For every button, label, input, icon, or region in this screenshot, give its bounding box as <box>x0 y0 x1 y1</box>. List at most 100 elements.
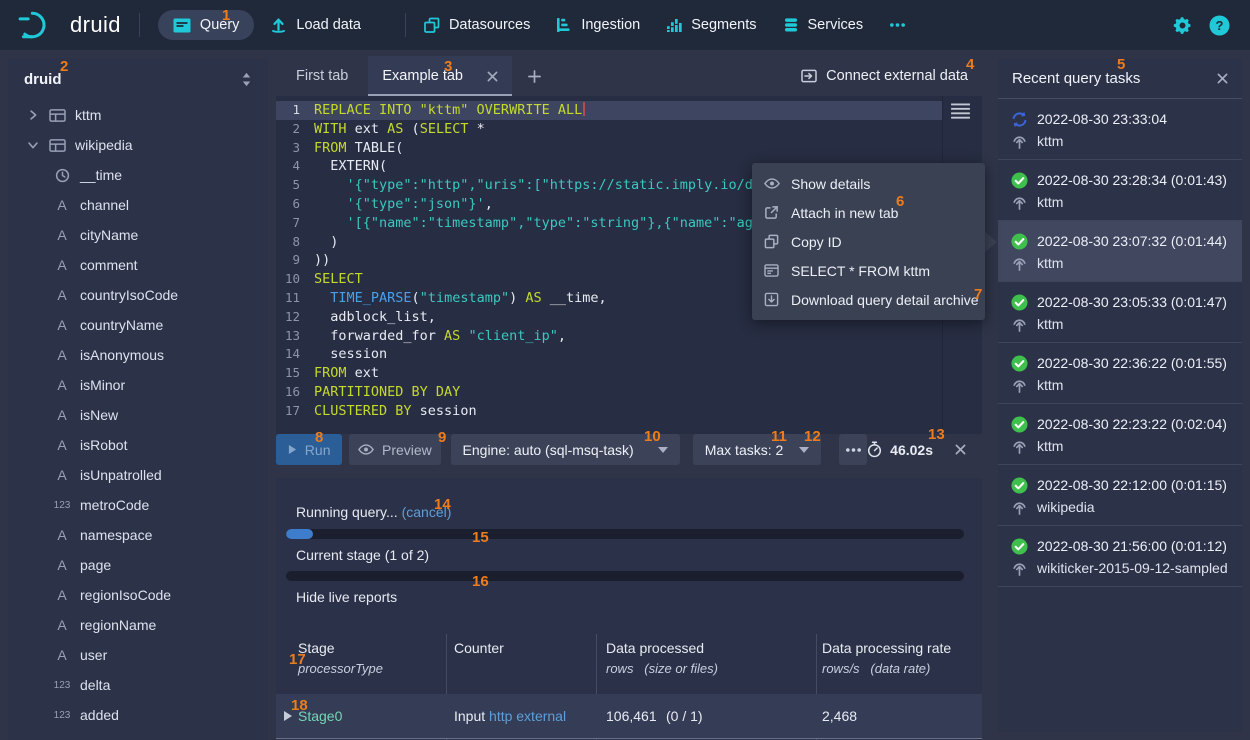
counter-link[interactable]: http external <box>489 708 566 724</box>
task-success-icon <box>1011 538 1028 555</box>
string-column-icon: A <box>52 587 72 603</box>
schema-item-countryisocode[interactable]: AcountryIsoCode <box>8 280 268 310</box>
run-button[interactable]: Run <box>276 434 342 465</box>
table-icon <box>47 108 67 123</box>
schema-item-label: isUnpatrolled <box>80 467 162 483</box>
schema-item-isrobot[interactable]: AisRobot <box>8 430 268 460</box>
schema-item-added[interactable]: 123added <box>8 700 268 730</box>
task-context-menu: Show detailsAttach in new tabCopy IDSELE… <box>752 163 985 320</box>
task-item[interactable]: 2022-08-30 22:23:22 (0:02:04)kttm <box>998 404 1242 465</box>
nav-label: Segments <box>691 17 756 33</box>
task-item[interactable]: 2022-08-30 21:56:00 (0:01:12)wikiticker-… <box>998 526 1242 587</box>
task-item[interactable]: 2022-08-30 22:36:22 (0:01:55)kttm <box>998 343 1242 404</box>
code-text: TIME_PARSE("timestamp") AS __time, <box>314 289 607 308</box>
line-number: 4 <box>276 157 314 176</box>
string-column-icon: A <box>52 647 72 663</box>
col-sub-rate: rows/s (data rate) <box>822 661 930 676</box>
schema-item-kttm[interactable]: kttm <box>8 100 268 130</box>
task-item[interactable]: 2022-08-30 23:28:34 (0:01:43)kttm <box>998 160 1242 221</box>
copy-icon <box>763 234 780 249</box>
nav-item-load-data[interactable]: Load data <box>270 16 361 34</box>
nav-item-segments[interactable]: Segments <box>666 17 756 33</box>
schema-item-label: isNew <box>80 407 118 423</box>
chevron-right-icon[interactable] <box>26 109 40 121</box>
nav-item-datasources[interactable]: Datasources <box>424 17 530 33</box>
menu-item-show-details[interactable]: Show details <box>752 169 985 198</box>
schema-item-metrocode[interactable]: 123metroCode <box>8 490 268 520</box>
annotation-3: 3 <box>444 58 452 75</box>
nav-more-button[interactable] <box>889 22 906 28</box>
line-number: 15 <box>276 364 314 383</box>
task-item[interactable]: 2022-08-30 23:07:32 (0:01:44)kttm <box>998 221 1242 282</box>
ingest-icon <box>1011 439 1028 454</box>
tab-close-icon[interactable] <box>487 71 498 82</box>
schema-item-isminor[interactable]: AisMinor <box>8 370 268 400</box>
query-more-button[interactable] <box>839 434 867 465</box>
schema-item-regionname[interactable]: AregionName <box>8 610 268 640</box>
schema-item-namespace[interactable]: Anamespace <box>8 520 268 550</box>
nav-item-services[interactable]: Services <box>783 17 864 33</box>
preview-button[interactable]: Preview <box>349 434 440 465</box>
chevron-down-icon[interactable] <box>26 139 40 151</box>
gear-icon[interactable] <box>1173 16 1192 35</box>
string-column-icon: A <box>52 437 72 453</box>
task-item[interactable]: 2022-08-30 23:05:33 (0:01:47)kttm <box>998 282 1242 343</box>
task-item[interactable]: 2022-08-30 22:12:00 (0:01:15)wikipedia <box>998 465 1242 526</box>
schema-item-comment[interactable]: Acomment <box>8 250 268 280</box>
schema-item-isnew[interactable]: AisNew <box>8 400 268 430</box>
code-line-13[interactable]: 13 forwarded_for AS "client_ip", <box>276 327 982 346</box>
nav-item-ingestion[interactable]: Ingestion <box>556 17 640 33</box>
schema-item-isunpatrolled[interactable]: AisUnpatrolled <box>8 460 268 490</box>
schema-item-channel[interactable]: Achannel <box>8 190 268 220</box>
schema-item-time[interactable]: __time <box>8 160 268 190</box>
line-number: 16 <box>276 383 314 402</box>
connect-external-data-button[interactable]: Connect external data <box>801 68 968 84</box>
schema-item-cityname[interactable]: AcityName <box>8 220 268 250</box>
string-column-icon: A <box>52 227 72 243</box>
schema-item-delta[interactable]: 123delta <box>8 670 268 700</box>
nav-item-query[interactable]: Query <box>158 10 255 40</box>
code-line-3[interactable]: 3FROM TABLE( <box>276 139 982 158</box>
tab-example[interactable]: Example tab <box>368 56 512 96</box>
schema-item-wikipedia[interactable]: wikipedia <box>8 130 268 160</box>
eye-icon <box>763 178 780 189</box>
stopwatch-icon <box>867 441 882 458</box>
sort-icon[interactable] <box>241 72 252 87</box>
hide-live-reports-link[interactable]: Hide live reports <box>296 589 397 605</box>
tasks-panel-close-icon[interactable] <box>1217 73 1228 84</box>
menu-item-download-query-detail-archive[interactable]: Download query detail archive <box>752 285 985 314</box>
editor-menu-icon[interactable] <box>950 103 971 119</box>
code-line-16[interactable]: 16PARTITIONED BY DAY <box>276 383 982 402</box>
line-number: 14 <box>276 345 314 364</box>
number-column-icon: 123 <box>52 710 72 721</box>
max-tasks-dropdown[interactable]: Max tasks: 2 <box>693 434 822 465</box>
line-number: 6 <box>276 195 314 214</box>
schema-item-label: kttm <box>75 107 101 123</box>
code-line-17[interactable]: 17CLUSTERED BY session <box>276 402 982 421</box>
schema-item-page[interactable]: Apage <box>8 550 268 580</box>
code-line-14[interactable]: 14 session <box>276 345 982 364</box>
add-tab-icon[interactable] <box>528 70 541 83</box>
help-icon[interactable]: ? <box>1209 15 1230 36</box>
schema-item-regionisocode[interactable]: AregionIsoCode <box>8 580 268 610</box>
menu-item-copy-id[interactable]: Copy ID <box>752 227 985 256</box>
col-header-rate: Data processing rate <box>822 640 951 656</box>
string-column-icon: A <box>52 377 72 393</box>
schema-item-user[interactable]: Auser <box>8 640 268 670</box>
schema-item-countryname[interactable]: AcountryName <box>8 310 268 340</box>
stage-row[interactable]: Stage0 Input http external 106,461 (0 / … <box>276 694 982 739</box>
code-line-2[interactable]: 2WITH ext AS (SELECT * <box>276 120 982 139</box>
schema-item-isanonymous[interactable]: AisAnonymous <box>8 340 268 370</box>
code-text: WITH ext AS (SELECT * <box>314 120 485 139</box>
nav-label: Ingestion <box>581 17 640 33</box>
menu-item-attach-in-new-tab[interactable]: Attach in new tab <box>752 198 985 227</box>
code-line-15[interactable]: 15FROM ext <box>276 364 982 383</box>
code-line-1[interactable]: 1REPLACE INTO "kttm" OVERWRITE ALL <box>276 101 982 120</box>
tab-first[interactable]: First tab <box>276 56 368 96</box>
task-timestamp: 2022-08-30 23:33:04 <box>1037 111 1167 127</box>
menu-item-select-from-kttm[interactable]: SELECT * FROM kttm <box>752 256 985 285</box>
task-item[interactable]: 2022-08-30 23:33:04kttm <box>998 99 1242 160</box>
line-number: 13 <box>276 327 314 346</box>
string-column-icon: A <box>52 257 72 273</box>
results-close-icon[interactable] <box>955 444 966 455</box>
